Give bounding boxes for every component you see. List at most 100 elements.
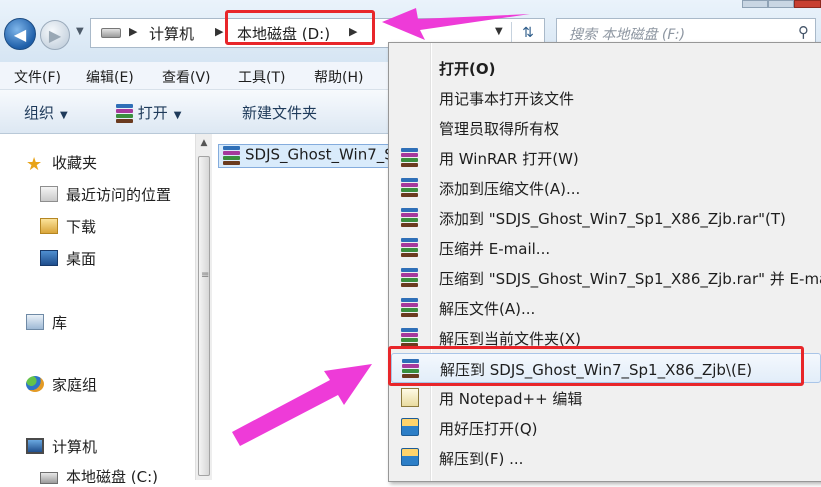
ctx-compress-to-rar-and-email[interactable]: 压缩到 "SDJS_Ghost_Win7_Sp1_X86_Zjb.rar" 并 … [391,263,821,293]
winrar-icon [401,148,418,167]
ctx-open-with-haozip-label: 用好压打开(Q) [439,420,538,438]
breadcrumb-separator-icon[interactable]: ▶ [129,25,137,38]
scroll-thumb[interactable]: ≡ [198,156,210,476]
nav-homegroup[interactable]: 家庭组 [26,374,97,395]
winrar-icon [401,268,418,287]
winrar-icon [116,104,133,123]
ctx-open[interactable]: 打开(O) [391,53,821,83]
chevron-down-icon: ▼ [60,110,68,121]
menu-help[interactable]: 帮助(H) [314,67,363,87]
maximize-button[interactable] [768,0,794,8]
ctx-take-ownership-label: 管理员取得所有权 [439,120,560,138]
ctx-edit-with-notepad-plus-plus[interactable]: 用 Notepad++ 编辑 [391,383,821,413]
nav-desktop-label: 桌面 [66,250,97,268]
nav-computer[interactable]: 计算机 [26,436,97,457]
library-icon [26,314,44,330]
search-icon[interactable]: ⚲ [798,23,809,41]
file-name: SDJS_Ghost_Win7_Sp1_X86_Zjb.rar [245,145,397,164]
winrar-icon [223,146,240,165]
menu-edit[interactable]: 编辑(E) [86,67,134,87]
annotation-highlight-box-extract [388,346,804,386]
context-menu: 打开(O) 用记事本打开该文件 管理员取得所有权 用 WinRAR 打开(W) … [388,42,821,482]
haozip-icon [401,448,419,466]
haozip-icon [401,418,419,436]
winrar-icon [401,298,418,317]
ctx-open-with-haozip[interactable]: 用好压打开(Q) [391,413,821,443]
menu-tools[interactable]: 工具(T) [238,67,285,87]
winrar-icon [401,208,418,227]
open-button[interactable]: 打开 ▼ [116,102,182,123]
winrar-icon [401,178,418,197]
forward-button[interactable]: ▶ [40,20,70,50]
drive-icon [101,28,121,38]
nav-libraries-label: 库 [52,314,68,332]
ctx-add-to-named-rar-label: 添加到 "SDJS_Ghost_Win7_Sp1_X86_Zjb.rar"(T) [439,210,786,228]
organize-label: 组织 [24,104,55,122]
ctx-extract-files-label: 解压文件(A)... [439,300,536,318]
ctx-edit-with-notepad-plus-plus-label: 用 Notepad++ 编辑 [439,390,583,408]
ctx-add-to-archive-label: 添加到压缩文件(A)... [439,180,581,198]
ctx-compress-and-email[interactable]: 压缩并 E-mail... [391,233,821,263]
address-dropdown-icon[interactable]: ▼ [495,26,503,37]
ctx-open-with-notepad[interactable]: 用记事本打开该文件 [391,83,821,113]
navigation-scrollbar[interactable]: ▲ ≡ [195,134,212,480]
downloads-folder-icon [40,218,58,234]
computer-icon [26,438,44,454]
ctx-compress-and-email-label: 压缩并 E-mail... [439,240,551,258]
back-arrow-icon: ◀ [13,24,27,44]
nav-desktop[interactable]: 桌面 [40,248,96,269]
nav-downloads[interactable]: 下载 [40,216,96,237]
organize-button[interactable]: 组织 ▼ [24,102,68,123]
file-item-rar[interactable]: SDJS_Ghost_Win7_Sp1_X86_Zjb.rar [218,144,398,168]
nav-local-disk-c[interactable]: 本地磁盘 (C:) [40,466,158,487]
ctx-open-label: 打开(O) [439,60,496,78]
window-controls [742,0,821,8]
close-button[interactable] [794,0,821,8]
breadcrumb-computer[interactable]: 计算机 [149,23,194,44]
recent-pages-chevron-down-icon[interactable]: ▼ [76,26,84,37]
star-icon: ★ [26,154,43,175]
grip-icon: ≡ [201,270,210,281]
ctx-add-to-named-rar[interactable]: 添加到 "SDJS_Ghost_Win7_Sp1_X86_Zjb.rar"(T) [391,203,821,233]
minimize-button[interactable] [742,0,768,8]
file-list: SDJS_Ghost_Win7_Sp1_X86_Zjb.rar [212,134,398,480]
nav-favorites[interactable]: ★ 收藏夹 [26,152,98,175]
ctx-take-ownership[interactable]: 管理员取得所有权 [391,113,821,143]
winrar-icon [401,328,418,347]
forward-arrow-icon: ▶ [48,25,62,45]
nav-favorites-label: 收藏夹 [52,154,98,172]
nav-recent-places[interactable]: 最近访问的位置 [40,184,171,205]
search-placeholder: 搜索 本地磁盘 (F:) [569,27,686,43]
notepad-plus-plus-icon [401,388,419,407]
back-button[interactable]: ◀ [4,18,36,50]
recent-places-icon [40,186,58,202]
breadcrumb-separator-icon[interactable]: ▶ [215,25,223,38]
nav-computer-label: 计算机 [52,438,98,456]
ctx-haozip-extract-to[interactable]: 解压到(F) ... [391,443,821,473]
menu-view[interactable]: 查看(V) [162,67,211,87]
navigation-pane: ★ 收藏夹 最近访问的位置 下载 桌面 库 家庭组 计算机 本地磁盘 (C:) [0,134,195,486]
nav-downloads-label: 下载 [66,218,97,236]
winrar-icon [401,238,418,257]
nav-homegroup-label: 家庭组 [52,376,98,394]
new-folder-button[interactable]: 新建文件夹 [242,102,317,123]
ctx-open-with-notepad-label: 用记事本打开该文件 [439,90,575,108]
refresh-button[interactable]: ⇅ [511,22,544,44]
menu-file[interactable]: 文件(F) [14,67,61,87]
scroll-up-arrow-icon[interactable]: ▲ [196,138,212,148]
open-label: 打开 [137,104,168,122]
ctx-compress-to-rar-and-email-label: 压缩到 "SDJS_Ghost_Win7_Sp1_X86_Zjb.rar" 并 … [439,270,821,288]
drive-icon [40,472,58,484]
chevron-down-icon: ▼ [173,110,182,121]
ctx-open-with-winrar-label: 用 WinRAR 打开(W) [439,150,579,168]
homegroup-icon [26,376,44,392]
nav-libraries[interactable]: 库 [26,312,67,333]
nav-local-disk-c-label: 本地磁盘 (C:) [66,468,158,486]
desktop-icon [40,250,58,266]
ctx-extract-files[interactable]: 解压文件(A)... [391,293,821,323]
nav-recent-label: 最近访问的位置 [66,186,172,204]
ctx-open-with-winrar[interactable]: 用 WinRAR 打开(W) [391,143,821,173]
annotation-highlight-box-address [225,10,375,45]
ctx-haozip-extract-to-label: 解压到(F) ... [439,450,524,468]
ctx-add-to-archive[interactable]: 添加到压缩文件(A)... [391,173,821,203]
